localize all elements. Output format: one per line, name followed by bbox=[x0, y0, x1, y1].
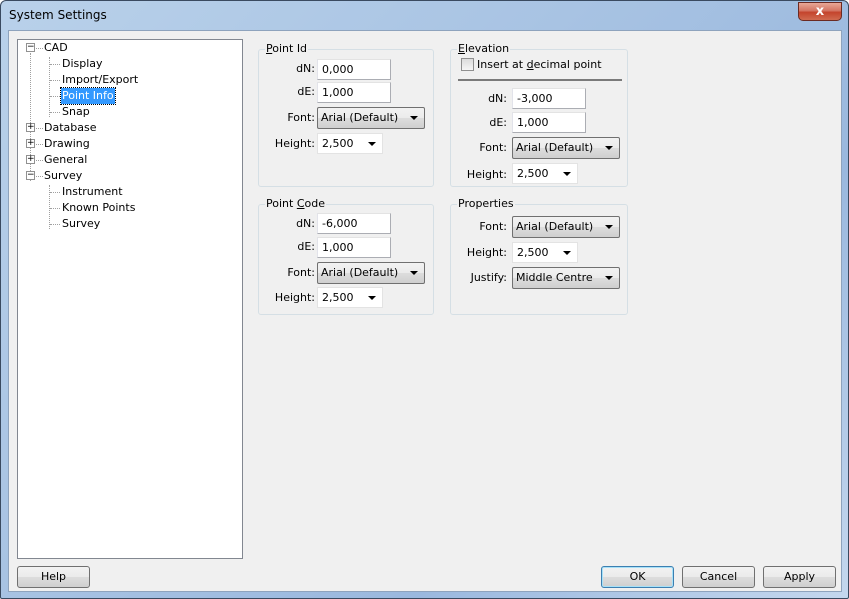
point-id-group: Point Id dN: 0,000 dE: 1,000 Font: Arial… bbox=[258, 42, 434, 187]
properties-font-select[interactable]: Arial (Default) bbox=[512, 216, 620, 238]
height-label: Height: bbox=[466, 246, 507, 259]
chevron-down-icon bbox=[605, 146, 613, 150]
system-settings-window: System Settings x − CAD Display Import/E… bbox=[0, 0, 849, 599]
properties-justify-select[interactable]: Middle Centre bbox=[512, 267, 620, 289]
font-label: Font: bbox=[287, 266, 315, 279]
elevation-dn-input[interactable]: -3,000 bbox=[512, 88, 586, 109]
point-id-title: Point Id bbox=[265, 42, 309, 55]
separator bbox=[458, 79, 622, 81]
elevation-font-select[interactable]: Arial (Default) bbox=[512, 137, 620, 159]
justify-label: Justify: bbox=[470, 271, 507, 284]
title-bar[interactable]: System Settings x bbox=[1, 1, 848, 31]
font-label: Font: bbox=[479, 141, 507, 154]
de-label: dE: bbox=[297, 240, 315, 253]
elevation-de-input[interactable]: 1,000 bbox=[512, 112, 586, 133]
height-label: Height: bbox=[466, 168, 507, 181]
expand-icon[interactable]: + bbox=[26, 155, 35, 164]
chevron-down-icon bbox=[563, 251, 571, 255]
point-code-de-input[interactable]: 1,000 bbox=[317, 237, 391, 258]
chevron-down-icon bbox=[410, 271, 418, 275]
ok-button[interactable]: OK bbox=[601, 566, 674, 588]
dialog-client: − CAD Display Import/Export Point Info S… bbox=[8, 30, 842, 592]
chevron-down-icon bbox=[410, 116, 418, 120]
height-label: Height: bbox=[274, 291, 315, 304]
insert-decimal-label[interactable]: Insert at decimal point bbox=[477, 58, 602, 71]
chevron-down-icon bbox=[605, 276, 613, 280]
chevron-down-icon bbox=[563, 172, 571, 176]
insert-decimal-checkbox[interactable] bbox=[461, 58, 474, 71]
point-id-de-input[interactable]: 1,000 bbox=[317, 82, 391, 103]
point-id-height-select[interactable]: 2,500 bbox=[317, 133, 383, 154]
dn-label: dN: bbox=[296, 62, 315, 75]
window-title: System Settings bbox=[9, 8, 107, 22]
properties-group: Properties Font: Arial (Default) Height:… bbox=[450, 197, 628, 315]
tree-line bbox=[49, 57, 50, 117]
chevron-down-icon bbox=[605, 225, 613, 229]
point-code-group: Point Code dN: -6,000 dE: 1,000 Font: Ar… bbox=[258, 197, 434, 315]
chevron-down-icon bbox=[368, 296, 376, 300]
collapse-icon[interactable]: − bbox=[26, 43, 35, 52]
close-button[interactable]: x bbox=[798, 2, 842, 21]
close-icon: x bbox=[815, 4, 825, 19]
height-label: Height: bbox=[274, 137, 315, 150]
chevron-down-icon bbox=[368, 142, 376, 146]
point-code-height-select[interactable]: 2,500 bbox=[317, 287, 383, 308]
point-code-dn-input[interactable]: -6,000 bbox=[317, 213, 391, 234]
point-id-dn-input[interactable]: 0,000 bbox=[317, 59, 391, 80]
cancel-button[interactable]: Cancel bbox=[682, 566, 755, 588]
properties-height-select[interactable]: 2,500 bbox=[512, 242, 578, 263]
point-id-font-select[interactable]: Arial (Default) bbox=[317, 107, 425, 129]
de-label: dE: bbox=[489, 116, 507, 129]
apply-button[interactable]: Apply bbox=[763, 566, 836, 588]
elevation-height-select[interactable]: 2,500 bbox=[512, 163, 578, 184]
expand-icon[interactable]: + bbox=[26, 123, 35, 132]
properties-title: Properties bbox=[457, 197, 515, 210]
collapse-icon[interactable]: − bbox=[26, 171, 35, 180]
dn-label: dN: bbox=[488, 92, 507, 105]
help-button[interactable]: Help bbox=[17, 566, 90, 588]
de-label: dE: bbox=[297, 85, 315, 98]
settings-tree[interactable]: − CAD Display Import/Export Point Info S… bbox=[17, 39, 243, 559]
elevation-title: Elevation bbox=[457, 42, 511, 55]
point-code-font-select[interactable]: Arial (Default) bbox=[317, 262, 425, 284]
dn-label: dN: bbox=[296, 217, 315, 230]
elevation-group: Elevation Insert at decimal point dN: -3… bbox=[450, 42, 628, 187]
font-label: Font: bbox=[479, 220, 507, 233]
point-code-title: Point Code bbox=[265, 197, 326, 210]
font-label: Font: bbox=[287, 111, 315, 124]
expand-icon[interactable]: + bbox=[26, 139, 35, 148]
